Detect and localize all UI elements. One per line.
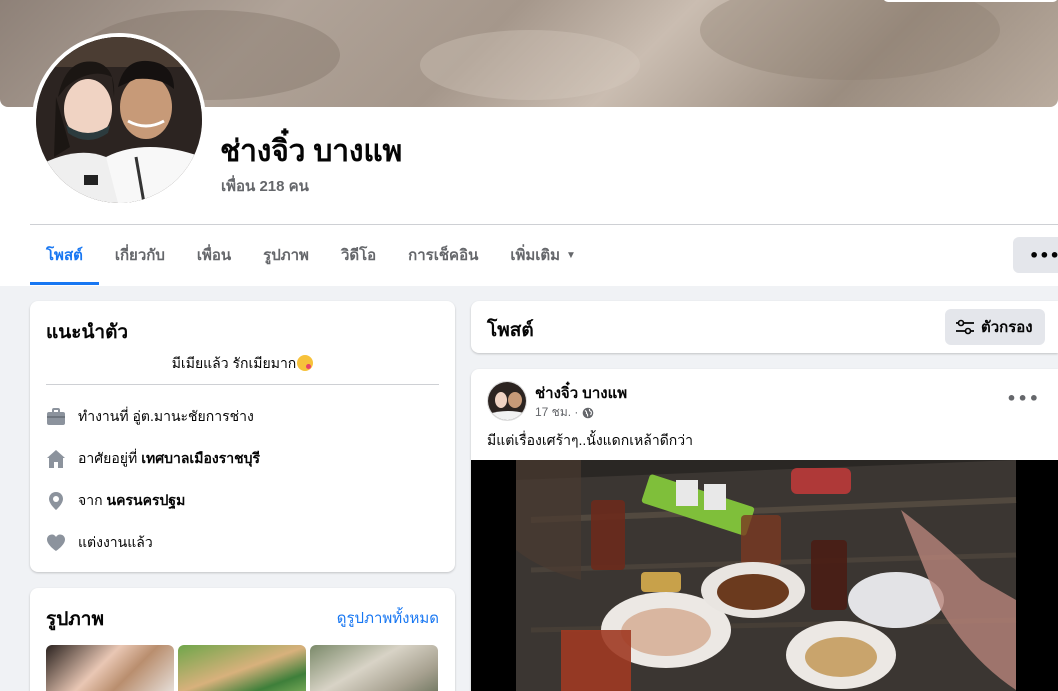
post-timestamp[interactable]: 17 ชม. · — [535, 403, 578, 422]
more-options-button[interactable]: ••• — [1013, 237, 1058, 273]
friend-count[interactable]: เพื่อน 218 คน — [221, 174, 309, 198]
tab-label: เพิ่มเติม — [510, 247, 561, 264]
photos-card: รูปภาพ ดูรูปภาพทั้งหมด — [30, 588, 455, 691]
intro-relationship-text: แต่งงานแล้ว — [78, 534, 153, 550]
tab-videos[interactable]: วิดีโอ — [325, 225, 392, 285]
intro-lives-place[interactable]: เทศบาลเมืองราชบุรี — [141, 448, 260, 470]
location-pin-icon — [46, 491, 66, 511]
profile-picture[interactable] — [32, 33, 206, 207]
bio-text: มีเมียแล้ว รักเมียมาก — [171, 355, 297, 371]
posts-title: โพสต์ — [487, 320, 534, 341]
intro-from-text: จาก — [78, 492, 103, 508]
home-icon — [46, 449, 66, 469]
post-meta: 17 ชม. · — [535, 403, 594, 422]
caret-down-icon: ▼ — [566, 249, 576, 261]
kissing-emoji-icon — [297, 355, 314, 371]
profile-name: ช่างจิ๋ว บางแพ — [220, 135, 403, 168]
intro-divider — [46, 384, 439, 385]
photo-thumbnail[interactable] — [310, 645, 438, 691]
post-text: มีแต่เรื่องเศร้าๆ..นั้งแดกเหล้าดีกว่า — [487, 432, 693, 448]
tab-posts[interactable]: โพสต์ — [30, 225, 99, 285]
intro-lives: อาศัยอยู่ที่ เทศบาลเมืองราชบุรี — [46, 445, 260, 473]
intro-work-text: ทำงานที่ อู่ต.มานะชัยการช่าง — [78, 408, 254, 424]
edit-cover-button[interactable] — [883, 0, 1058, 2]
profile-photo-image — [36, 37, 202, 203]
intro-from: จาก นครนครปฐม — [46, 487, 185, 515]
photo-thumbnail[interactable] — [46, 645, 174, 691]
tab-label: รูปภาพ — [263, 247, 309, 264]
tab-label: เพื่อน — [196, 247, 232, 264]
tab-about[interactable]: เกี่ยวกับ — [99, 225, 181, 285]
tab-label: โพสต์ — [46, 247, 83, 264]
globe-icon — [582, 407, 594, 419]
post-author-avatar[interactable] — [487, 381, 527, 421]
tab-checkins[interactable]: การเช็คอิน — [392, 225, 494, 285]
tab-more[interactable]: เพิ่มเติม ▼ — [494, 225, 592, 285]
briefcase-icon — [46, 407, 66, 427]
intro-lives-text: อาศัยอยู่ที่ — [78, 450, 138, 466]
posts-header-card: โพสต์ ตัวกรอง — [471, 301, 1058, 353]
intro-work: ทำงานที่ อู่ต.มานะชัยการช่าง — [46, 403, 254, 431]
post-photo[interactable] — [471, 460, 1058, 691]
photos-title: รูปภาพ — [46, 609, 104, 630]
intro-bio: มีเมียแล้ว รักเมียมาก — [30, 353, 455, 375]
post-author-name[interactable]: ช่างจิ๋ว บางแพ — [535, 381, 627, 405]
profile-tabs: โพสต์ เกี่ยวกับ เพื่อน รูปภาพ วิดีโอ การ… — [30, 225, 592, 285]
tab-label: การเช็คอิน — [408, 247, 479, 264]
photo-thumbnail[interactable] — [178, 645, 306, 691]
filter-label: ตัวกรอง — [981, 319, 1033, 336]
intro-from-place[interactable]: นครนครปฐม — [107, 490, 186, 512]
post-options-button[interactable]: ••• — [1006, 389, 1040, 408]
tab-photos[interactable]: รูปภาพ — [247, 225, 325, 285]
filter-button[interactable]: ตัวกรอง — [945, 309, 1045, 345]
filter-sliders-icon — [955, 319, 975, 335]
tab-label: เกี่ยวกับ — [114, 247, 165, 264]
intro-relationship: แต่งงานแล้ว — [46, 529, 153, 557]
intro-title: แนะนำตัว — [46, 322, 129, 343]
see-all-photos-link[interactable]: ดูรูปภาพทั้งหมด — [337, 606, 439, 630]
post-card: ช่างจิ๋ว บางแพ 17 ชม. · ••• มีแต่เรื่องเ… — [471, 369, 1058, 691]
tab-label: วิดีโอ — [340, 247, 377, 264]
post-photo-image — [471, 460, 1058, 691]
intro-card: แนะนำตัว มีเมียแล้ว รักเมียมาก ทำงานที่ … — [30, 301, 455, 572]
heart-icon — [46, 533, 66, 553]
tab-friends[interactable]: เพื่อน — [181, 225, 247, 285]
